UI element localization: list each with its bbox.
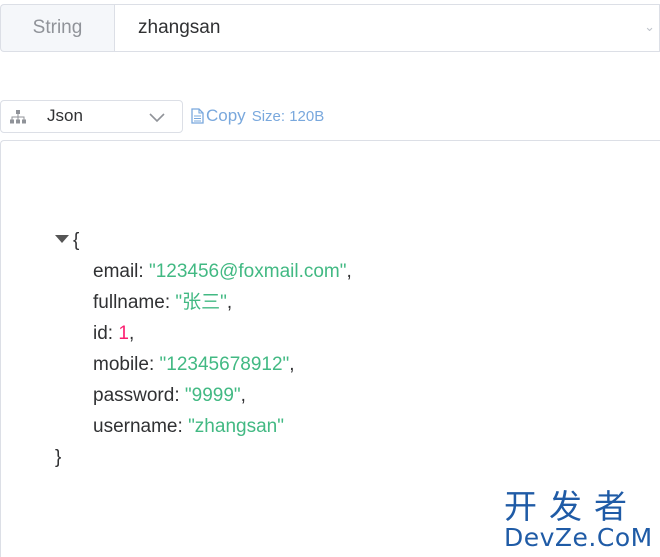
json-key: id bbox=[93, 323, 108, 344]
json-field-row: fullname: "张三", bbox=[93, 292, 233, 313]
json-comma: , bbox=[289, 354, 295, 375]
json-open-brace: { bbox=[73, 230, 80, 251]
json-close-line: } bbox=[55, 442, 352, 473]
json-comma: , bbox=[346, 261, 352, 282]
key-value-text: zhangsan bbox=[138, 17, 221, 38]
key-value-input[interactable]: zhangsan ⌄ bbox=[114, 4, 660, 52]
copy-label: Copy bbox=[206, 106, 246, 125]
tree-icon bbox=[10, 109, 26, 123]
json-value: "张三" bbox=[175, 292, 227, 313]
json-open-line: { bbox=[55, 225, 352, 256]
copy-button[interactable]: Copy bbox=[191, 106, 246, 126]
key-row: String zhangsan ⌄ bbox=[0, 4, 660, 52]
json-value: "123456@foxmail.com" bbox=[148, 261, 347, 282]
json-field-row: email: "123456@foxmail.com", bbox=[93, 261, 352, 282]
json-comma: , bbox=[128, 323, 135, 344]
json-comma: , bbox=[226, 292, 233, 313]
json-key: mobile bbox=[93, 354, 149, 375]
watermark-cn: 开发者 bbox=[504, 487, 639, 526]
json-field-row: username: "zhangsan" bbox=[93, 416, 284, 437]
format-select-value: Json bbox=[47, 106, 83, 125]
json-field-row: mobile: "12345678912", bbox=[93, 354, 295, 375]
size-label: Size: 120B bbox=[251, 107, 325, 125]
chevron-down-icon[interactable]: ⌄ bbox=[644, 19, 655, 35]
json-close-brace: } bbox=[55, 447, 62, 468]
json-tree: { email: "123456@foxmail.com", fullname: … bbox=[55, 225, 352, 473]
format-select[interactable]: Json bbox=[0, 99, 183, 133]
json-value: "zhangsan" bbox=[188, 416, 284, 437]
watermark-en: DevZe.CoM bbox=[504, 523, 653, 552]
json-key: fullname bbox=[93, 292, 165, 313]
json-field-row: password: "9999", bbox=[93, 385, 246, 406]
json-key: username bbox=[93, 416, 178, 437]
document-icon bbox=[191, 108, 204, 124]
json-value: "9999" bbox=[184, 385, 241, 406]
caret-down-icon[interactable] bbox=[55, 235, 69, 243]
json-key: email bbox=[93, 261, 139, 282]
json-key: password bbox=[93, 385, 175, 406]
json-field-row: id: 1, bbox=[93, 323, 135, 344]
watermark-logo: 开发者 DevZe.CoM bbox=[504, 490, 654, 552]
json-value: 1 bbox=[118, 323, 129, 344]
viewer-toolbar: Json Copy Size: 120B bbox=[0, 99, 324, 133]
key-type-label: String bbox=[0, 4, 114, 52]
json-comma: , bbox=[240, 385, 246, 406]
chevron-down-icon bbox=[149, 112, 165, 122]
json-value: "12345678912" bbox=[159, 354, 290, 375]
